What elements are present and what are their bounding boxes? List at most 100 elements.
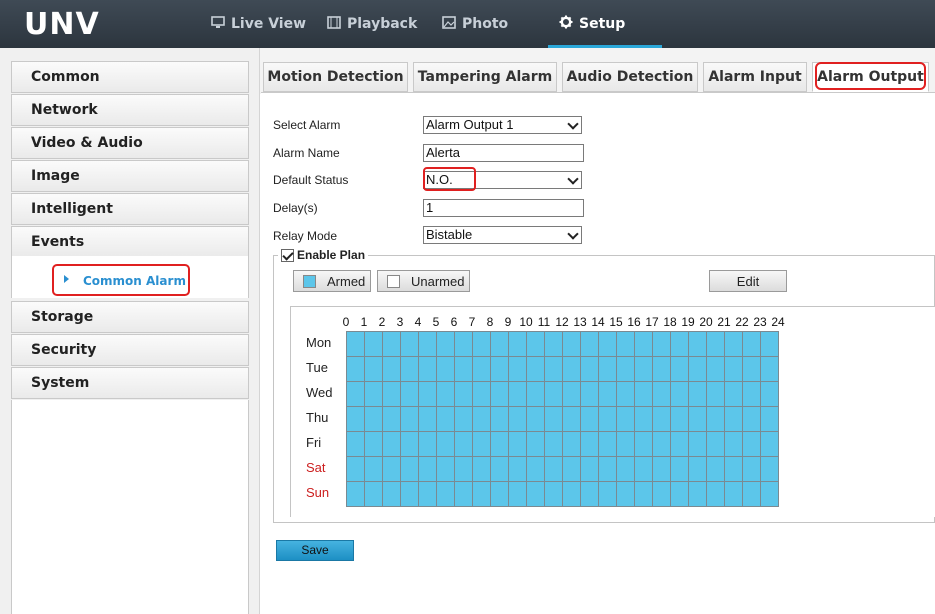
save-button[interactable]: Save [276,540,354,561]
unarmed-swatch [387,275,400,288]
hour-label: 15 [609,315,623,329]
grid-hour-line [436,332,437,506]
gear-icon [559,15,573,33]
nav-photo-label: Photo [462,16,509,32]
armed-button[interactable]: Armed [293,270,371,292]
grid-hour-line [454,332,455,506]
grid-hour-line [760,332,761,506]
grid-day-line [347,381,778,382]
select-alarm-label: Select Alarm [273,118,341,132]
tab-alarm-input[interactable]: Alarm Input [703,62,807,92]
grid-day-line [347,456,778,457]
grid-hour-line [364,332,365,506]
day-label: Tue [306,360,328,375]
default-status-value: N.O. [426,172,453,187]
day-label: Thu [306,410,329,425]
nav-photo[interactable]: Photo [442,0,508,48]
day-label: Mon [306,335,332,350]
enable-plan-checkbox[interactable] [281,248,294,262]
sidebar-subitem-label: Common Alarm [83,274,186,288]
nav-live-view[interactable]: Live View [211,0,306,48]
default-status-dropdown[interactable]: N.O. [423,171,582,189]
sidebar-item-events[interactable]: Events [11,226,249,258]
sidebar-subitem-common-alarm[interactable]: Common Alarm [52,264,190,296]
sidebar-item-storage[interactable]: Storage [11,301,249,333]
edit-label: Edit [736,274,760,289]
hour-label: 4 [414,315,422,329]
hour-label: 23 [753,315,767,329]
chevron-down-icon [567,228,579,240]
alarm-name-input[interactable]: Alerta [423,144,584,162]
relay-mode-dropdown[interactable]: Bistable [423,226,582,244]
sidebar-empty-area [11,400,249,614]
grid-hour-line [490,332,491,506]
nav-playback[interactable]: Playback [327,0,417,48]
schedule-grid[interactable] [346,331,779,507]
sidebar-item-security[interactable]: Security [11,334,249,366]
hour-labels: 0 1 2 3 4 5 6 7 8 9 10 11 12 13 14 15 16 17 18 19 20 21 22 23 24 [0,0,935,329]
grid-day-line [347,431,778,432]
tab-motion-detection[interactable]: Motion Detection [263,62,408,92]
enable-plan-legend: Enable Plan [278,248,369,262]
grid-hour-line [508,332,509,506]
grid-day-line [347,356,778,357]
unarmed-button[interactable]: Unarmed [377,270,470,292]
day-label: Sun [306,485,330,500]
grid-hour-line [418,332,419,506]
sidebar-item-video-audio[interactable]: Video & Audio [11,127,249,159]
nav-playback-label: Playback [347,16,418,32]
hour-label: 7 [468,315,476,329]
select-alarm-value: Alarm Output 1 [426,117,514,132]
hour-label: 1 [360,315,368,329]
nav-live-view-label: Live View [231,16,307,32]
hour-label: 10 [519,315,533,329]
grid-hour-line [472,332,473,506]
grid-hour-line [400,332,401,506]
sidebar-item-network[interactable]: Network [11,94,249,126]
tab-alarm-output[interactable]: Alarm Output [812,62,929,92]
top-navigation-bar: UNV Live View Playback Photo Setup [0,0,935,48]
tab-tampering-alarm[interactable]: Tampering Alarm [413,62,557,92]
tab-audio-detection[interactable]: Audio Detection [562,62,698,92]
sidebar-item-system[interactable]: System [11,367,249,399]
hour-label: 12 [555,315,569,329]
sidebar-item-image[interactable]: Image [11,160,249,192]
grid-hour-line [616,332,617,506]
sidebar-item-common[interactable]: Common [11,61,249,93]
film-icon [327,15,341,33]
hour-label: 11 [537,315,551,329]
grid-hour-line [634,332,635,506]
day-label: Fri [306,435,322,450]
hour-label: 0 [342,315,350,329]
chevron-down-icon [567,118,579,130]
unv-logo: UNV [24,7,100,42]
delay-input[interactable]: 1 [423,199,584,217]
delay-label: Delay(s) [273,201,318,215]
default-status-label: Default Status [273,173,349,187]
hour-label: 9 [504,315,512,329]
select-alarm-dropdown[interactable]: Alarm Output 1 [423,116,582,134]
grid-hour-line [652,332,653,506]
chevron-down-icon [567,173,579,185]
nav-setup[interactable]: Setup [559,0,625,48]
hour-label: 21 [717,315,731,329]
grid-day-line [347,406,778,407]
edit-button[interactable]: Edit [709,270,787,292]
hour-label: 3 [396,315,404,329]
nav-setup-label: Setup [579,16,626,32]
armed-label: Armed [327,274,366,289]
grid-hour-line [580,332,581,506]
hour-label: 20 [699,315,713,329]
grid-hour-line [742,332,743,506]
day-label: Sat [306,460,326,475]
sidebar-item-intelligent[interactable]: Intelligent [11,193,249,225]
caret-right-icon [64,275,69,283]
grid-hour-line [598,332,599,506]
armed-swatch [303,275,316,288]
hour-label: 18 [663,315,677,329]
hour-label: 5 [432,315,440,329]
grid-hour-line [382,332,383,506]
enable-plan-label: Enable Plan [297,248,366,262]
hour-label: 14 [591,315,605,329]
picture-icon [442,15,456,33]
